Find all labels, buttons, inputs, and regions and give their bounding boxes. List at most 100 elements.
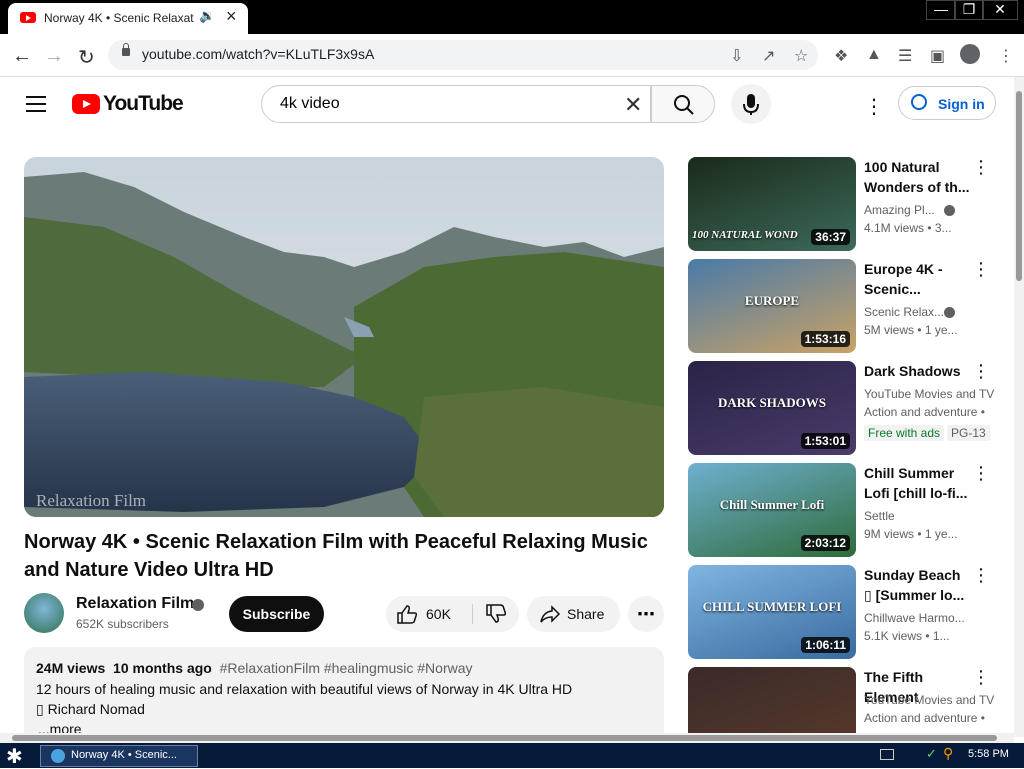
audio-playing-icon[interactable]: 🔉 [199, 8, 215, 24]
description-line-2: ▯ Richard Nomad [36, 701, 145, 717]
related-title-line: Chill Summer [864, 465, 955, 481]
like-button[interactable]: 60K [386, 596, 472, 632]
subscribe-button[interactable]: Subscribe [229, 596, 324, 632]
related-channel: YouTube Movies and TV [864, 693, 995, 707]
tab-close-icon[interactable]: × [226, 6, 237, 27]
clear-search-icon[interactable]: ✕ [624, 92, 642, 118]
duration-badge: 1:53:01 [800, 433, 850, 449]
vertical-scroll-thumb[interactable] [1016, 91, 1022, 281]
related-thumbnail[interactable]: Chill Summer Lofi 2:03:12 [688, 463, 856, 557]
related-thumbnail[interactable]: CHILL SUMMER LOFI 1:06:11 [688, 565, 856, 659]
chrome-menu-icon[interactable]: ⋮ [998, 46, 1014, 66]
description-box[interactable]: 24M views 10 months ago #RelaxationFilm … [24, 647, 664, 747]
network-icon[interactable]: ✓ [926, 746, 937, 762]
related-action-menu-icon[interactable]: ⋮ [972, 361, 990, 382]
related-channel: Scenic Relax... [864, 305, 945, 319]
taskbar-window-button[interactable]: Norway 4K • Scenic... [40, 745, 198, 767]
thumbs-down-icon [486, 604, 507, 623]
related-thumbnail[interactable]: 100 NATURAL WOND 36:37 [688, 157, 856, 251]
address-bar[interactable]: youtube.com/watch?v=KLuTLF3x9sA [108, 40, 818, 70]
youtube-wordmark[interactable]: YouTube [103, 92, 184, 116]
keyboard-icon[interactable] [880, 749, 894, 760]
related-meta: 5M views • 1 ye... [864, 323, 958, 337]
related-title-line: Wonders of th... [864, 179, 970, 195]
media-queue-icon[interactable]: ☰ [898, 46, 912, 66]
channel-name[interactable]: Relaxation Film [76, 595, 194, 613]
related-channel: Chillwave Harmo... [864, 611, 965, 625]
related-action-menu-icon[interactable]: ⋮ [972, 157, 990, 178]
description-line-1: 12 hours of healing music and relaxation… [36, 681, 573, 697]
minimize-icon[interactable]: — [926, 0, 956, 20]
related-title[interactable]: Dark Shadows [864, 361, 968, 381]
related-thumbnail[interactable]: DARK SHADOWS 1:53:01 [688, 361, 856, 455]
window-close-icon[interactable]: ✕ [982, 0, 1018, 20]
related-title-line: ▯ [Summer lo... [864, 587, 965, 603]
horizontal-scrollbar[interactable] [0, 733, 1014, 743]
hashtags[interactable]: #RelaxationFilm #healingmusic #Norway [220, 660, 473, 676]
video-player[interactable]: Relaxation Film [24, 157, 664, 517]
lock-icon [122, 43, 130, 56]
video-title: Norway 4K • Scenic Relaxation Film with … [24, 531, 648, 581]
related-title[interactable]: Chill Summer Lofi [chill lo-fi... [864, 463, 968, 503]
related-action-menu-icon[interactable]: ⋮ [972, 259, 990, 280]
related-channel: Settle [864, 509, 895, 523]
install-app-icon[interactable]: ⇩ [730, 46, 743, 66]
back-icon[interactable]: ← [12, 45, 32, 68]
channel-avatar[interactable] [24, 593, 64, 633]
duration-badge: 2:03:12 [800, 535, 850, 551]
related-channel: YouTube Movies and TV [864, 387, 995, 401]
video-frame [24, 157, 664, 517]
reload-icon[interactable]: ↻ [78, 45, 95, 70]
browser-tab[interactable]: Norway 4K • Scenic Relaxation 🔉 × [8, 3, 248, 34]
related-title-line: 100 Natural [864, 159, 940, 175]
share-page-icon[interactable]: ↗ [762, 46, 775, 66]
labs-flask-icon[interactable]: ▲ [866, 46, 882, 64]
sign-in-button[interactable]: Sign in [898, 86, 996, 120]
dislike-button[interactable] [473, 596, 519, 632]
subscriber-count: 652K subscribers [76, 617, 169, 631]
thumbs-up-icon [397, 605, 418, 624]
related-title[interactable]: Europe 4K - Scenic... [864, 259, 968, 299]
related-action-menu-icon[interactable]: ⋮ [972, 463, 990, 484]
related-meta: Action and adventure • [864, 711, 985, 725]
related-title[interactable]: 100 Natural Wonders of th... [864, 157, 970, 197]
search-box[interactable] [261, 85, 651, 123]
related-title-line: Europe 4K - [864, 261, 943, 277]
forward-icon[interactable]: → [44, 45, 64, 68]
view-count: 24M views [36, 660, 106, 676]
share-label: Share [567, 606, 605, 622]
profile-avatar-icon[interactable] [960, 44, 980, 64]
like-dislike-group: 60K [386, 596, 519, 632]
search-input[interactable] [278, 94, 602, 114]
guide-menu-icon[interactable] [26, 96, 46, 112]
bookmark-star-icon[interactable]: ☆ [794, 46, 808, 66]
extensions-icon[interactable]: ❖ [834, 46, 848, 66]
search-button[interactable] [651, 85, 715, 123]
thumbnail-overlay-text: EUROPE [744, 293, 800, 308]
related-meta: 9M views • 1 ye... [864, 527, 958, 541]
more-actions-icon[interactable]: ⋯ [628, 596, 664, 632]
rating-badge: PG-13 [947, 425, 990, 441]
search-tray-icon[interactable]: ⚲ [943, 745, 953, 762]
related-title-line: Sunday Beach [864, 567, 961, 583]
youtube-logo-icon[interactable] [72, 94, 100, 114]
start-menu-icon[interactable]: ✱ [6, 744, 23, 769]
related-thumbnail[interactable]: EUROPE 1:53:16 [688, 259, 856, 353]
settings-menu-icon[interactable]: ⋮ [864, 94, 884, 119]
related-action-menu-icon[interactable]: ⋮ [972, 565, 990, 586]
verified-check-icon [944, 307, 955, 318]
taskbar-window-label: Norway 4K • Scenic... [71, 749, 177, 761]
duration-badge: 1:06:11 [801, 637, 850, 653]
side-panel-icon[interactable]: ▣ [930, 46, 945, 66]
microphone-icon [743, 94, 759, 115]
vertical-scrollbar[interactable] [1014, 77, 1024, 737]
chrome-icon [51, 749, 65, 763]
related-action-menu-icon[interactable]: ⋮ [972, 667, 990, 688]
voice-search-button[interactable] [731, 84, 771, 124]
horizontal-scroll-thumb[interactable] [12, 735, 997, 741]
related-meta: Action and adventure • [864, 405, 985, 419]
related-title[interactable]: Sunday Beach ▯ [Summer lo... [864, 565, 968, 605]
search-icon [674, 95, 694, 115]
restore-icon[interactable]: ❐ [954, 0, 984, 20]
share-button[interactable]: Share [527, 596, 620, 632]
